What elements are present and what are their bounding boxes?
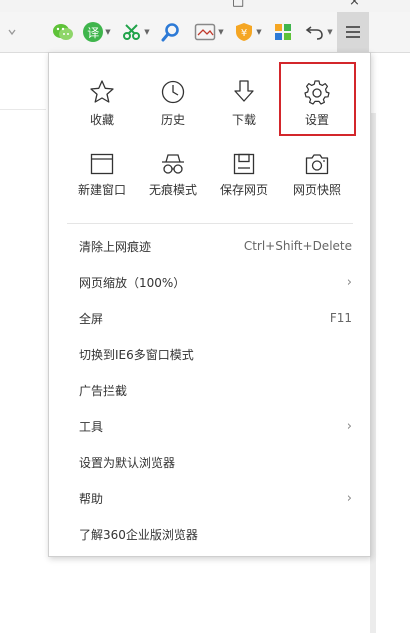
save-page-icon — [233, 153, 255, 175]
tile-snapshot[interactable]: 网页快照 — [281, 153, 353, 217]
apps-icon[interactable] — [270, 12, 296, 52]
screenshot-icon — [195, 23, 216, 41]
tile-incognito[interactable]: 无痕模式 — [137, 153, 209, 217]
menu-item-help[interactable]: 帮助 › — [49, 480, 370, 516]
tile-downloads[interactable]: 下载 — [208, 79, 280, 143]
search-icon[interactable] — [158, 12, 184, 52]
screenshot-button[interactable]: ▼ — [190, 12, 228, 52]
clock-icon — [161, 80, 185, 104]
menu-item-about-enterprise[interactable]: 了解360企业版浏览器 — [49, 516, 370, 552]
tile-label: 下载 — [231, 113, 256, 127]
tile-settings[interactable]: 设置 — [281, 79, 353, 143]
tile-label: 网页快照 — [292, 183, 341, 197]
close-window-icon[interactable]: × — [349, 0, 360, 9]
camera-icon — [305, 154, 329, 175]
main-menu-dropdown: 收藏 历史 下载 设置 新建窗口 无痕模式 保存网页 网页快照 清除上网痕迹 C… — [48, 52, 371, 557]
menu-item-label: 网页缩放（100%） — [79, 275, 186, 290]
tile-history[interactable]: 历史 — [137, 79, 209, 143]
chevron-down-icon[interactable] — [2, 12, 22, 52]
chevron-right-icon: › — [346, 274, 352, 290]
chevron-right-icon: › — [346, 418, 352, 434]
tile-new-window[interactable]: 新建窗口 — [66, 153, 138, 217]
tile-label: 新建窗口 — [77, 183, 126, 197]
divider — [0, 109, 46, 110]
tile-save-page[interactable]: 保存网页 — [208, 153, 280, 217]
menu-item-label: 设置为默认浏览器 — [79, 455, 176, 470]
incognito-icon — [162, 154, 184, 174]
undo-button[interactable]: ▼ — [302, 12, 336, 52]
menu-item-label: 清除上网痕迹 — [79, 239, 152, 254]
scissors-button[interactable]: ▼ — [118, 12, 154, 52]
tile-label: 保存网页 — [219, 183, 268, 197]
translate-button[interactable]: 译 ▼ — [80, 12, 114, 52]
svg-text:¥: ¥ — [241, 28, 247, 39]
gear-icon — [304, 80, 330, 105]
menu-item-label: 工具 — [79, 419, 104, 434]
chevron-right-icon: › — [346, 490, 352, 506]
menu-item-label: 广告拦截 — [79, 383, 128, 398]
tile-label: 设置 — [304, 113, 329, 127]
menu-item-label: 全屏 — [79, 311, 104, 326]
menu-item-fullscreen[interactable]: 全屏 F11 — [49, 300, 370, 336]
menu-item-ad-block[interactable]: 广告拦截 — [49, 372, 370, 408]
star-icon — [90, 80, 114, 103]
page-scrollbar-area — [370, 53, 410, 633]
menu-item-clear-traces[interactable]: 清除上网痕迹 Ctrl+Shift+Delete — [49, 228, 370, 264]
caret-icon: ▼ — [218, 28, 224, 36]
caret-icon: ▼ — [256, 28, 262, 36]
menu-item-label: 了解360企业版浏览器 — [79, 527, 198, 542]
restore-window-icon[interactable]: □ — [232, 0, 244, 9]
new-window-icon — [90, 153, 114, 175]
caret-icon: ▼ — [105, 28, 111, 36]
undo-icon — [306, 26, 324, 40]
scissors-icon — [123, 24, 141, 40]
tile-label: 收藏 — [89, 113, 114, 127]
tile-label: 历史 — [160, 113, 185, 127]
menu-item-label: 切换到IE6多窗口模式 — [79, 347, 194, 362]
tile-favorites[interactable]: 收藏 — [66, 79, 138, 143]
menu-icon — [346, 26, 360, 38]
coupon-button[interactable]: ¥ ▼ — [230, 12, 266, 52]
download-icon — [234, 80, 254, 102]
tile-label: 无痕模式 — [148, 183, 197, 197]
menu-item-zoom[interactable]: 网页缩放（100%） › — [49, 264, 370, 300]
menu-divider — [67, 223, 353, 224]
caret-icon: ▼ — [327, 28, 333, 36]
page-content-left — [0, 53, 46, 585]
menu-item-tools[interactable]: 工具 › — [49, 408, 370, 444]
shortcut-label: F11 — [329, 311, 352, 325]
wechat-icon[interactable] — [48, 12, 78, 52]
translate-icon: 译 — [83, 22, 104, 42]
menu-item-label: 帮助 — [79, 491, 104, 506]
menu-item-set-default[interactable]: 设置为默认浏览器 — [49, 444, 370, 480]
coupon-icon: ¥ — [236, 23, 253, 41]
window-titlebar: □ × — [0, 0, 410, 12]
menu-item-ie6-mode[interactable]: 切换到IE6多窗口模式 — [49, 336, 370, 372]
shortcut-label: Ctrl+Shift+Delete — [243, 239, 352, 253]
caret-icon: ▼ — [144, 28, 150, 36]
menu-button[interactable] — [337, 12, 369, 52]
